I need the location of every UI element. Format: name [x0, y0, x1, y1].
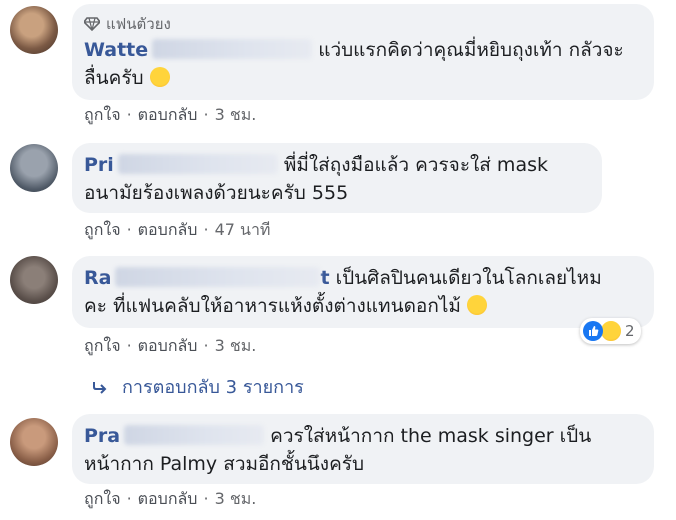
commenter-name[interactable]: Pri: [84, 154, 278, 176]
comment-text: Watte แว่บแรกคิดว่าคุณมี่หยิบถุงเท้า กลั…: [84, 39, 624, 89]
timestamp[interactable]: 3 ชม.: [215, 489, 257, 508]
reaction-count: 2: [625, 322, 635, 340]
rofl-emoji-icon: [466, 295, 487, 315]
reply-link[interactable]: ตอบกลับ: [138, 336, 198, 355]
comment-actions: ถูกใจ · ตอบกลับ · 47 นาที: [84, 220, 271, 239]
comment-text: Ra t เป็นศิลปินคนเดียวในโลกเลยไหม คะ ที่แ…: [84, 267, 602, 317]
comment-bubble: Pri พี่มี่ใส่ถุงมือแล้ว ควรจะใส่ mask อน…: [72, 143, 602, 213]
comment-text: Pra ควรใส่หน้ากาก the mask singer เป็น ห…: [84, 425, 592, 475]
comment-actions: ถูกใจ · ตอบกลับ · 3 ชม.: [84, 489, 257, 508]
commenter-name[interactable]: Watte: [84, 39, 313, 61]
like-link[interactable]: ถูกใจ: [84, 220, 121, 239]
badge-label: แฟนตัวยง: [106, 15, 171, 33]
commenter-name[interactable]: Ra t: [84, 267, 330, 289]
timestamp[interactable]: 47 นาที: [215, 220, 271, 239]
timestamp[interactable]: 3 ชม.: [215, 336, 257, 355]
like-link[interactable]: ถูกใจ: [84, 105, 121, 124]
replies-label: การตอบกลับ 3 รายการ: [122, 377, 304, 398]
diamond-icon: [84, 17, 100, 31]
reply-link[interactable]: ตอบกลับ: [138, 489, 198, 508]
grinning-sweat-emoji-icon: [149, 67, 170, 87]
comment-actions: ถูกใจ · ตอบกลับ · 3 ชม.: [84, 105, 257, 124]
comment-bubble: แฟนตัวยง Watte แว่บแรกคิดว่าคุณมี่หยิบถุ…: [72, 4, 654, 100]
avatar[interactable]: [10, 144, 58, 192]
view-replies-link[interactable]: การตอบกลับ 3 รายการ: [92, 372, 304, 401]
comment-bubble: Pra ควรใส่หน้ากาก the mask singer เป็น ห…: [72, 414, 654, 484]
reply-link[interactable]: ตอบกลับ: [138, 105, 198, 124]
like-link[interactable]: ถูกใจ: [84, 336, 121, 355]
avatar[interactable]: [10, 418, 58, 466]
avatar[interactable]: [10, 256, 58, 304]
fan-badge: แฟนตัวยง: [84, 12, 642, 36]
like-reaction-icon: [583, 321, 603, 341]
commenter-name[interactable]: Pra: [84, 425, 265, 447]
comment-bubble: Ra t เป็นศิลปินคนเดียวในโลกเลยไหม คะ ที่แ…: [72, 256, 654, 328]
haha-reaction-icon: [600, 320, 622, 342]
comment-actions: ถูกใจ · ตอบกลับ · 3 ชม.: [84, 336, 257, 355]
reply-link[interactable]: ตอบกลับ: [138, 220, 198, 239]
timestamp[interactable]: 3 ชม.: [215, 105, 257, 124]
comment-text: Pri พี่มี่ใส่ถุงมือแล้ว ควรจะใส่ mask อน…: [84, 154, 548, 204]
avatar[interactable]: [10, 6, 58, 54]
like-link[interactable]: ถูกใจ: [84, 489, 121, 508]
reaction-summary[interactable]: 2: [580, 318, 641, 344]
reply-arrow-icon: [93, 381, 107, 394]
